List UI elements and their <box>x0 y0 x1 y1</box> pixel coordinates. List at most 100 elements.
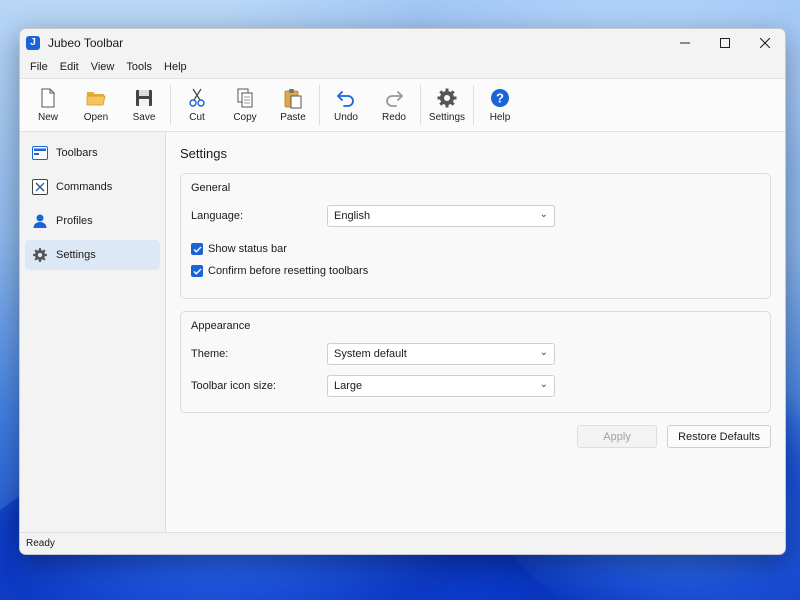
confirm-reset-row[interactable]: Confirm before resetting toolbars <box>191 260 760 282</box>
undo-icon <box>337 91 354 107</box>
appearance-group-title: Appearance <box>191 320 251 332</box>
toolbar-separator <box>473 85 474 125</box>
app-window: J Jubeo Toolbar File Edit View Tools Hel… <box>19 28 786 555</box>
menu-tools[interactable]: Tools <box>120 56 158 78</box>
undo-label: Undo <box>334 112 358 123</box>
theme-label: Theme: <box>191 348 229 360</box>
maximize-button[interactable] <box>705 29 745 56</box>
profile-icon <box>31 212 49 230</box>
gear-icon <box>437 88 457 108</box>
icon-size-value: Large <box>334 380 363 392</box>
menu-edit[interactable]: Edit <box>54 56 85 78</box>
app-logo-icon: J <box>26 35 40 50</box>
show-status-bar-label: Show status bar <box>208 243 287 255</box>
confirm-reset-label: Confirm before resetting toolbars <box>208 265 369 277</box>
new-label: New <box>37 112 58 123</box>
cut-button[interactable]: Cut <box>173 79 221 131</box>
confirm-reset-checkbox[interactable] <box>191 265 203 277</box>
toolbar-separator <box>170 85 171 125</box>
appearance-group: Appearance Theme: System default ⌄ Toolb… <box>180 311 771 413</box>
maximize-icon <box>720 37 730 48</box>
cut-label: Cut <box>189 112 205 123</box>
paste-icon <box>284 89 302 109</box>
window-body: Toolbars Commands Profiles Settings Sett… <box>20 132 785 532</box>
save-label: Save <box>132 112 156 123</box>
new-file-icon <box>41 88 55 108</box>
icon-size-label: Toolbar icon size: <box>191 380 276 392</box>
minimize-button[interactable] <box>665 29 705 56</box>
sidebar-item-label: Toolbars <box>56 147 98 159</box>
title-bar: J Jubeo Toolbar <box>20 29 785 56</box>
scissors-icon <box>189 88 205 107</box>
copy-button[interactable]: Copy <box>221 79 269 131</box>
settings-panel: Settings General Language: English ⌄ Sho… <box>166 132 785 532</box>
redo-button[interactable]: Redo <box>370 79 418 131</box>
menu-help[interactable]: Help <box>158 56 193 78</box>
status-text: Ready <box>26 538 55 549</box>
save-icon <box>136 90 152 106</box>
help-button[interactable]: ? Help <box>476 79 524 131</box>
help-label: Help <box>489 112 511 123</box>
show-status-bar-row[interactable]: Show status bar <box>191 238 760 260</box>
toolbar-separator <box>319 85 320 125</box>
dialog-actions: Apply Restore Defaults <box>180 425 771 448</box>
language-select[interactable]: English ⌄ <box>327 205 555 227</box>
settings-button[interactable]: Settings <box>423 79 471 131</box>
redo-icon <box>386 91 403 107</box>
theme-select[interactable]: System default ⌄ <box>327 343 555 365</box>
close-icon <box>760 37 770 48</box>
menu-bar: File Edit View Tools Help <box>20 56 785 78</box>
commands-icon <box>31 178 49 196</box>
checkmark-icon <box>193 246 202 253</box>
open-button[interactable]: Open <box>72 79 120 131</box>
language-row: Language: English ⌄ <box>191 200 760 232</box>
paste-label: Paste <box>280 112 306 123</box>
redo-label: Redo <box>382 112 406 123</box>
checkmark-icon <box>193 268 202 275</box>
general-group-title: General <box>191 182 231 194</box>
page-title: Settings <box>180 146 227 161</box>
chevron-down-icon: ⌄ <box>539 347 548 358</box>
language-label: Language: <box>191 210 243 222</box>
folder-open-icon <box>86 92 106 106</box>
svg-text:?: ? <box>496 91 504 106</box>
chevron-down-icon: ⌄ <box>539 379 548 390</box>
theme-value: System default <box>334 348 407 360</box>
sidebar-item-commands[interactable]: Commands <box>25 172 160 202</box>
window-title: Jubeo Toolbar <box>48 35 124 50</box>
show-status-bar-checkbox[interactable] <box>191 243 203 255</box>
language-value: English <box>334 210 371 222</box>
restore-defaults-button[interactable]: Restore Defaults <box>667 425 771 448</box>
sidebar: Toolbars Commands Profiles Settings <box>20 132 166 532</box>
menu-file[interactable]: File <box>24 56 54 78</box>
sidebar-item-toolbars[interactable]: Toolbars <box>25 138 160 168</box>
new-button[interactable]: New <box>24 79 72 131</box>
status-bar: Ready <box>20 532 785 554</box>
chevron-down-icon: ⌄ <box>539 209 548 220</box>
icon-size-select[interactable]: Large ⌄ <box>327 375 555 397</box>
minimize-icon <box>680 42 690 43</box>
sidebar-item-settings[interactable]: Settings <box>25 240 160 270</box>
theme-row: Theme: System default ⌄ <box>191 338 760 370</box>
copy-icon <box>237 88 253 108</box>
toolbar-separator <box>420 85 421 125</box>
paste-button[interactable]: Paste <box>269 79 317 131</box>
sidebar-item-profiles[interactable]: Profiles <box>25 206 160 236</box>
help-icon: ? <box>491 89 509 107</box>
sidebar-item-label: Profiles <box>56 215 93 227</box>
open-label: Open <box>83 112 109 123</box>
apply-button[interactable]: Apply <box>577 425 658 448</box>
gear-icon <box>31 246 49 264</box>
settings-label: Settings <box>428 112 466 123</box>
close-button[interactable] <box>745 29 785 56</box>
icon-size-row: Toolbar icon size: Large ⌄ <box>191 370 760 402</box>
main-toolbar: New Open Save Cut Copy Paste Undo Redo S… <box>20 78 785 132</box>
save-button[interactable]: Save <box>120 79 168 131</box>
menu-view[interactable]: View <box>85 56 121 78</box>
sidebar-item-label: Settings <box>56 249 96 261</box>
toolbars-icon <box>31 144 49 162</box>
undo-button[interactable]: Undo <box>322 79 370 131</box>
sidebar-item-label: Commands <box>56 181 113 193</box>
copy-label: Copy <box>233 112 257 123</box>
